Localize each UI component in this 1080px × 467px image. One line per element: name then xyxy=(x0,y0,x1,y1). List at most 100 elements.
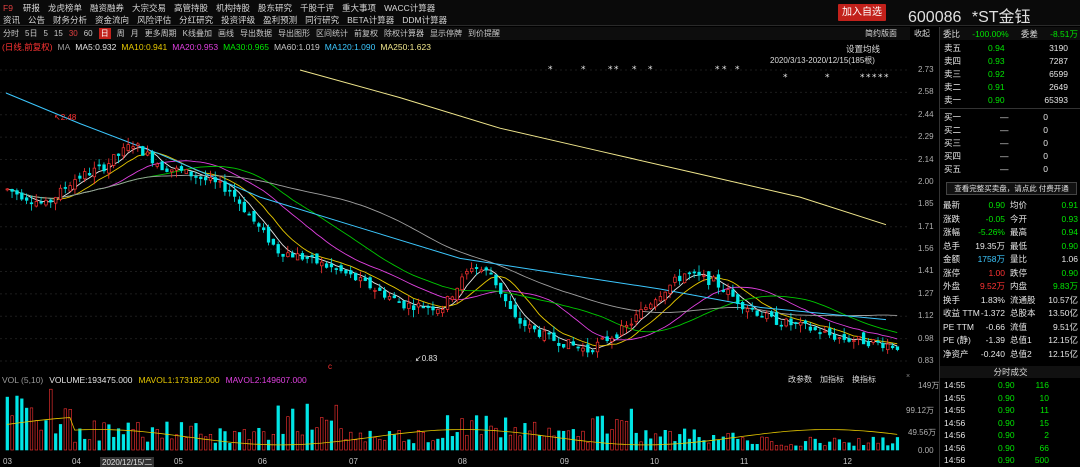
toolbar-item[interactable]: 周 xyxy=(117,28,125,39)
candle-body xyxy=(29,202,34,205)
stat-value: 0.93 xyxy=(1061,213,1078,224)
toolbar-item[interactable]: 显示停牌 xyxy=(430,28,462,39)
candle-body xyxy=(658,296,663,302)
toolbar-item[interactable]: K线叠加 xyxy=(183,28,212,39)
nav-item[interactable]: 股东研究 xyxy=(258,2,292,14)
event-star[interactable]: * xyxy=(735,65,740,75)
nav-item[interactable]: 资金流向 xyxy=(95,14,129,26)
f9-button[interactable]: F9 xyxy=(3,3,13,13)
event-star[interactable]: * xyxy=(878,73,883,83)
volume-bar xyxy=(881,437,885,451)
candle-body xyxy=(358,277,363,282)
collapse-button[interactable]: 收起 xyxy=(914,28,930,39)
price-tick: 0.83 xyxy=(918,356,934,365)
add-to-watchlist-button[interactable]: 加入自选 xyxy=(838,4,886,21)
volume-bar xyxy=(586,441,590,451)
stat-label: 最高 xyxy=(1010,227,1028,237)
candle-body xyxy=(639,308,643,319)
event-star[interactable]: * xyxy=(548,65,553,75)
event-star[interactable]: * xyxy=(884,73,889,83)
nav-item[interactable]: 资讯 xyxy=(3,14,20,26)
trade-volume: 11 xyxy=(1040,405,1049,415)
simple-layout-button[interactable]: 简约版面 xyxy=(865,28,897,39)
price-tick: 2.58 xyxy=(918,87,934,97)
toolbar-item[interactable]: 日 xyxy=(98,28,111,39)
candle-body xyxy=(629,323,634,326)
quote-row: 换手 1.83% 流通股 10.57亿 xyxy=(940,294,1080,307)
event-star[interactable]: * xyxy=(608,65,613,75)
candle-body xyxy=(378,287,382,291)
nav-item[interactable]: 高管持股 xyxy=(174,2,208,14)
add-indicator-button[interactable]: 加指标 xyxy=(820,374,844,385)
bid-label: 买二 xyxy=(944,125,962,135)
stat-label: 总值1 xyxy=(1010,335,1032,345)
nav-item[interactable]: 公告 xyxy=(28,14,45,26)
volume-bar xyxy=(20,398,24,451)
toolbar-item[interactable]: 60 xyxy=(84,29,93,38)
nav-item[interactable]: DDM计算器 xyxy=(402,14,447,26)
switch-indicator-button[interactable]: 换指标 xyxy=(852,374,876,385)
volume-bar xyxy=(44,420,48,451)
toolbar-item[interactable]: 5 xyxy=(43,29,47,38)
volume-bar xyxy=(373,437,377,451)
upgrade-notice[interactable]: 查看完整买卖盘，请点此 付费开通 xyxy=(946,182,1077,195)
nav-item[interactable]: BETA计算器 xyxy=(347,14,394,26)
toolbar-item[interactable]: 15 xyxy=(54,29,63,38)
nav-item[interactable]: 风险评估 xyxy=(137,14,171,26)
nav-item[interactable]: 研报 xyxy=(23,2,40,14)
nav-item[interactable]: 盈利预测 xyxy=(263,14,297,26)
toolbar-item[interactable]: 30 xyxy=(69,29,78,38)
event-star[interactable]: * xyxy=(722,65,727,75)
event-star[interactable]: * xyxy=(614,65,619,75)
candle-body xyxy=(155,163,159,167)
edit-params-button[interactable]: 改参数 xyxy=(788,374,812,385)
kline-chart[interactable]: * * * * * * * * ** * * * * * * xyxy=(0,52,912,367)
toolbar-item[interactable]: 月 xyxy=(131,28,139,39)
toolbar-item[interactable]: 导出数据 xyxy=(240,28,272,39)
candle-body xyxy=(707,271,711,285)
price-tick: 2.29 xyxy=(918,132,934,142)
close-volume-icon[interactable]: × xyxy=(906,373,910,380)
toolbar-item[interactable]: 前复权 xyxy=(354,28,378,39)
nav-item[interactable]: 投资评级 xyxy=(221,14,255,26)
candle-body xyxy=(116,153,121,156)
nav-item[interactable]: 龙虎榜单 xyxy=(48,2,82,14)
toolbar-item[interactable]: 导出图形 xyxy=(278,28,310,39)
nav-item[interactable]: 财务分析 xyxy=(53,14,87,26)
event-star[interactable]: * xyxy=(860,73,865,83)
candle-body xyxy=(276,244,280,254)
event-star[interactable]: * xyxy=(581,65,586,75)
quote-row: 14:55 0.90 10 xyxy=(940,392,1080,405)
toolbar-item[interactable]: 到价提醒 xyxy=(468,28,500,39)
quote-row: 买二 — 0 xyxy=(940,124,1080,137)
nav-item[interactable]: 融资融券 xyxy=(90,2,124,14)
toolbar-item[interactable]: 除权计算器 xyxy=(384,28,424,39)
month-tick: 06 xyxy=(258,457,267,466)
candle-body xyxy=(121,147,126,157)
event-star[interactable]: * xyxy=(872,73,877,83)
nav-item[interactable]: WACC计算器 xyxy=(384,2,435,14)
event-star[interactable]: * xyxy=(715,65,720,75)
nav-item[interactable]: 重大事项 xyxy=(342,2,376,14)
nav-item[interactable]: 同行研究 xyxy=(305,14,339,26)
event-star[interactable]: * xyxy=(866,73,871,83)
toolbar-item[interactable]: 区间统计 xyxy=(316,28,348,39)
volume-chart[interactable] xyxy=(0,386,912,456)
event-star[interactable]: * xyxy=(783,73,788,83)
nav-item[interactable]: 大宗交易 xyxy=(132,2,166,14)
volume-bar xyxy=(702,440,706,451)
stat-value: -0.66 xyxy=(985,321,1005,332)
toolbar-item[interactable]: 画线 xyxy=(218,28,234,39)
nav-item[interactable]: 分红研究 xyxy=(179,14,213,26)
toolbar-item[interactable]: 5日 xyxy=(25,28,37,39)
toolbar-item[interactable]: 更多周期 xyxy=(145,28,177,39)
volume-bar xyxy=(842,442,846,451)
stat-value: 12.15亿 xyxy=(1048,335,1078,345)
event-star[interactable]: * xyxy=(632,65,637,75)
event-star[interactable]: * xyxy=(648,65,653,75)
nav-item[interactable]: 千股千评 xyxy=(300,2,334,14)
toolbar-item[interactable]: 分时 xyxy=(3,28,19,39)
event-star[interactable]: * xyxy=(825,73,830,83)
candle-body xyxy=(426,306,430,308)
nav-item[interactable]: 机构持股 xyxy=(216,2,250,14)
